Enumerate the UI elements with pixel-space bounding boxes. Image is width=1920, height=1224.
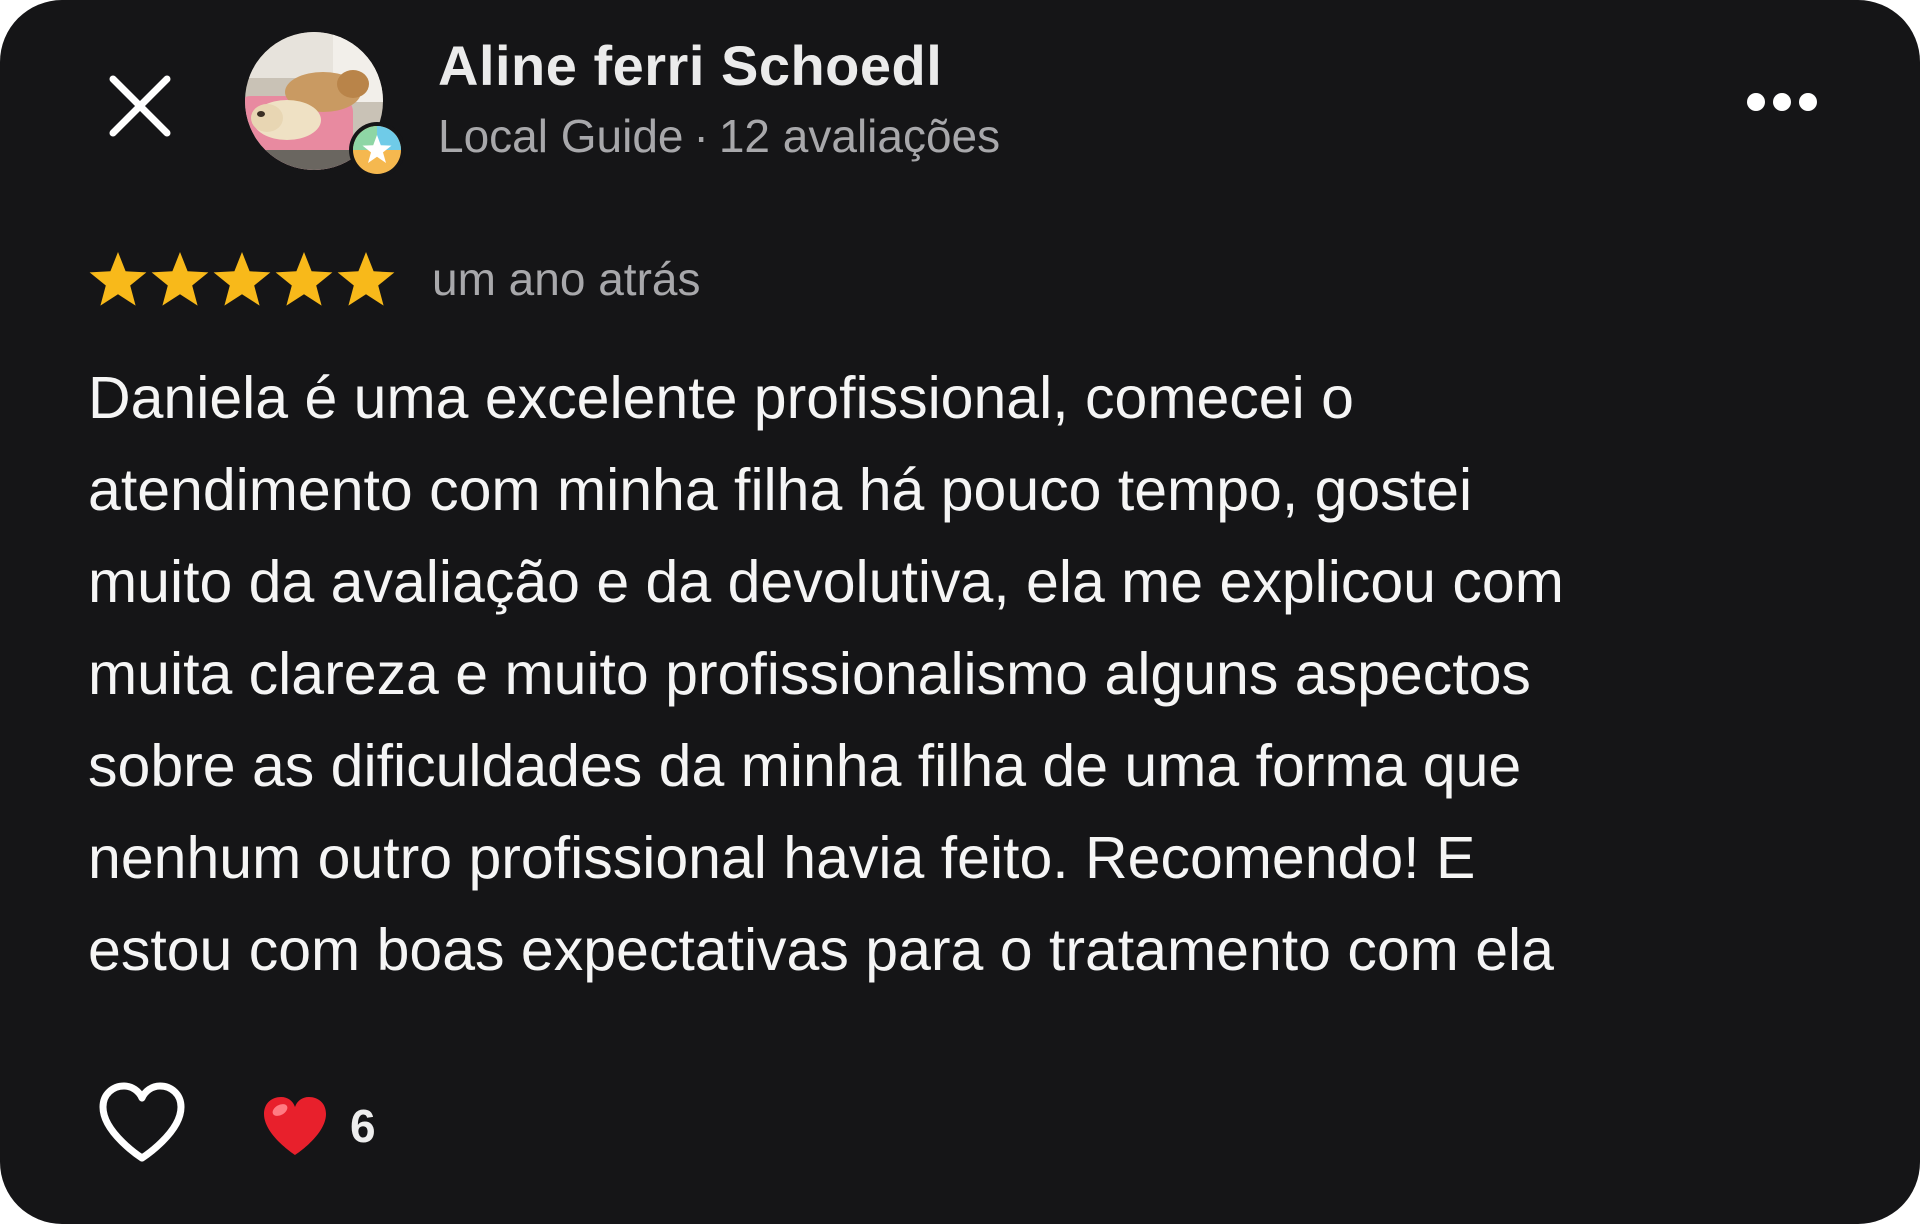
review-text-line: atendimento com minha filha há pouco tem…	[88, 457, 1473, 523]
local-guide-badge	[347, 120, 407, 180]
star-icon	[151, 252, 209, 306]
star-icon	[275, 252, 333, 306]
review-date: um ano atrás	[432, 253, 701, 305]
review-text-line: muito da avaliação e da devolutiva, ela …	[88, 549, 1564, 615]
review-card: Aline ferri Schoedl Local Guide · 12 avali…	[0, 0, 1920, 1224]
star-icon	[337, 252, 395, 306]
review-text-line: Daniela é uma excelente profissional, co…	[88, 365, 1354, 431]
star-icon	[89, 252, 147, 306]
reviewer-info: Aline ferri Schoedl Local Guide · 12 avali…	[438, 30, 1000, 168]
review-text-line: muita clareza e muito profissionalismo a…	[88, 641, 1531, 707]
review-text: Daniela é uma excelente profissional, co…	[88, 352, 1878, 996]
heart-outline-icon	[99, 1082, 185, 1162]
meta-separator: ·	[693, 110, 709, 162]
reactions-summary[interactable]: 6	[262, 1090, 376, 1162]
reviewer-name[interactable]: Aline ferri Schoedl	[438, 30, 1000, 102]
star-icon	[213, 252, 271, 306]
reviewer-meta: Local Guide · 12 avaliações	[438, 104, 1000, 168]
reviews-count: 12 avaliações	[718, 110, 1001, 162]
more-horizontal-icon	[1747, 93, 1817, 111]
reviewer-avatar-group	[245, 32, 405, 178]
review-text-line: sobre as dificuldades da minha filha de …	[88, 733, 1522, 799]
review-text-line: nenhum outro profissional havia feito. R…	[88, 825, 1476, 891]
reaction-count: 6	[350, 1100, 376, 1152]
more-options-button[interactable]	[1732, 72, 1832, 132]
red-heart-icon	[264, 1097, 326, 1155]
local-guide-label: Local Guide	[438, 110, 684, 162]
review-text-line: estou com boas expectativas para o trata…	[88, 917, 1554, 983]
like-button[interactable]	[92, 1078, 192, 1168]
close-button[interactable]	[100, 66, 180, 146]
star-rating	[88, 250, 398, 308]
close-icon	[109, 75, 171, 137]
rating-row: um ano atrás	[88, 244, 700, 314]
local-guide-star-icon	[349, 122, 405, 178]
